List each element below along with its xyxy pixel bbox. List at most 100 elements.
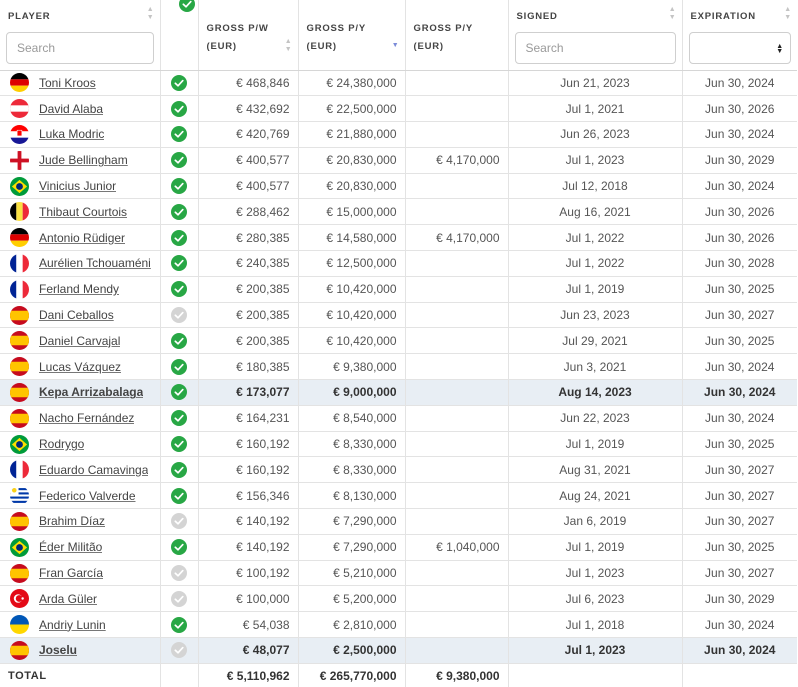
col-header-signed[interactable]: SIGNED ▲ ▼ Search (508, 0, 683, 71)
signed-cell: Jul 1, 2022 (508, 250, 683, 277)
player-name-link[interactable]: Thibaut Courtois (39, 205, 127, 219)
signed-cell: Aug 24, 2021 (508, 482, 683, 510)
table-row[interactable]: Rodrygo € 160,192 € 8,330,000 Jul 1, 2019 Ju… (0, 431, 797, 458)
gross-py-2-cell: € 1,040,000 (405, 534, 509, 561)
player-name-link[interactable]: Aurélien Tchouaméni (39, 256, 151, 270)
table-row[interactable]: Aurélien Tchouaméni € 240,385 € 12,500,000… (0, 250, 797, 277)
active-cell (160, 95, 199, 123)
player-name-link[interactable]: Toni Kroos (39, 76, 96, 90)
active-cell (160, 198, 199, 226)
table-row[interactable]: Antonio Rüdiger € 280,385 € 14,580,000 € 4,… (0, 224, 797, 252)
gross-pw-cell: € 173,077 (198, 379, 299, 406)
check-icon (170, 358, 187, 375)
player-cell: David Alaba (0, 95, 161, 123)
player-name-link[interactable]: Lucas Vázquez (39, 360, 121, 374)
player-name-link[interactable]: Dani Ceballos (39, 308, 114, 322)
table-row[interactable]: Joselu € 48,077 € 2,500,000 Jul 1, 2023 Jun … (0, 637, 797, 664)
signed-cell: Aug 14, 2023 (508, 379, 683, 406)
sort-icon[interactable]: ▲ ▼ (784, 6, 792, 22)
col-header-expiration[interactable]: EXPIRATION ▲ ▼ ▲ ▼ (682, 0, 797, 71)
table-row[interactable]: David Alaba € 432,692 € 22,500,000 Jul 1, 2… (0, 95, 797, 123)
player-name-link[interactable]: Daniel Carvajal (39, 334, 120, 348)
player-name-link[interactable]: Joselu (39, 643, 77, 657)
table-row[interactable]: Eduardo Camavinga € 160,192 € 8,330,000 Aug… (0, 456, 797, 484)
table-row[interactable]: Jude Bellingham € 400,577 € 20,830,000 € 4,… (0, 147, 797, 174)
col-header-gross-pw[interactable]: GROSS P/W (EUR) ▲ ▼ (198, 0, 299, 71)
gross-py-2-cell (405, 121, 509, 148)
col-header-gross-py[interactable]: GROSS P/Y (EUR) ▼ (298, 0, 406, 71)
player-name-link[interactable]: Éder Militão (39, 540, 102, 554)
player-cell: Nacho Fernández (0, 405, 161, 432)
player-search-input[interactable]: Search (6, 31, 154, 64)
gross-pw-cell: € 400,577 (198, 147, 299, 174)
expiration-cell: Jun 30, 2025 (682, 431, 797, 458)
gross-py-cell: € 20,830,000 (298, 173, 406, 200)
table-row[interactable]: Luka Modric € 420,769 € 21,880,000 Jun 26, … (0, 121, 797, 148)
table-row[interactable]: Andriy Lunin € 54,038 € 2,810,000 Jul 1, 20… (0, 611, 797, 639)
player-name-link[interactable]: Ferland Mendy (39, 282, 119, 296)
signed-search-input[interactable]: Search (514, 31, 676, 64)
expiration-cell: Jun 30, 2029 (682, 147, 797, 174)
table-row[interactable]: Lucas Vázquez € 180,385 € 9,380,000 Jun 3, … (0, 353, 797, 381)
table-row[interactable]: Daniel Carvajal € 200,385 € 10,420,000 Jul … (0, 327, 797, 355)
expiration-cell: Jun 30, 2025 (682, 327, 797, 355)
player-name-link[interactable]: Brahim Díaz (39, 514, 105, 528)
player-name-link[interactable]: Eduardo Camavinga (39, 463, 148, 477)
sort-desc-icon[interactable]: ▼ (392, 42, 400, 50)
table-row[interactable]: Éder Militão € 140,192 € 7,290,000 € 1,040,… (0, 534, 797, 561)
spain-flag-icon (10, 382, 29, 402)
table-row[interactable]: Thibaut Courtois € 288,462 € 15,000,000 Aug… (0, 198, 797, 226)
active-cell (160, 534, 199, 561)
active-cell (160, 224, 199, 252)
gross-py-cell: € 2,810,000 (298, 611, 406, 639)
sort-icon[interactable]: ▲ ▼ (285, 38, 293, 54)
gross-pw-cell: € 160,192 (198, 431, 299, 458)
check-icon (170, 384, 187, 401)
player-name-link[interactable]: Vinicius Junior (39, 179, 116, 193)
player-name-link[interactable]: Jude Bellingham (39, 153, 128, 167)
check-icon (170, 642, 187, 659)
table-row[interactable]: Fran García € 100,192 € 5,210,000 Jul 1, 20… (0, 560, 797, 587)
col-header-active (160, 0, 199, 71)
player-name-link[interactable]: Luka Modric (39, 127, 104, 141)
table-row[interactable]: Vinicius Junior € 400,577 € 20,830,000 Jul … (0, 173, 797, 200)
active-cell (160, 276, 199, 303)
gross-pw-cell: € 100,000 (198, 585, 299, 613)
player-name-link[interactable]: Antonio Rüdiger (39, 231, 125, 245)
sort-icon[interactable]: ▲ ▼ (669, 6, 677, 22)
player-name-link[interactable]: Fran García (39, 566, 103, 580)
gross-py-cell: € 8,540,000 (298, 405, 406, 432)
player-name-link[interactable]: Nacho Fernández (39, 411, 134, 425)
player-name-link[interactable]: Andriy Lunin (39, 618, 106, 632)
table-row[interactable]: Federico Valverde € 156,346 € 8,130,000 Aug… (0, 482, 797, 510)
player-name-link[interactable]: Kepa Arrizabalaga (39, 385, 143, 399)
filter-check-icon[interactable] (178, 0, 195, 13)
player-name-link[interactable]: Arda Güler (39, 592, 97, 606)
col-header-player[interactable]: PLAYER ▲ ▼ Search (0, 0, 161, 71)
gross-pw-cell: € 100,192 (198, 560, 299, 587)
expiration-filter-select[interactable]: ▲ ▼ (688, 31, 791, 64)
player-cell: Thibaut Courtois (0, 198, 161, 226)
gross-pw-cell: € 164,231 (198, 405, 299, 432)
spain-flag-icon (10, 640, 29, 660)
player-name-link[interactable]: Federico Valverde (39, 489, 136, 503)
sort-icon[interactable]: ▲ ▼ (147, 6, 155, 22)
gross-pw-cell: € 140,192 (198, 508, 299, 535)
check-icon (170, 255, 187, 272)
player-name-link[interactable]: David Alaba (39, 102, 103, 116)
gross-py-2-cell (405, 173, 509, 200)
table-row[interactable]: Brahim Díaz € 140,192 € 7,290,000 Jan 6, 20… (0, 508, 797, 535)
check-icon (170, 332, 187, 349)
check-icon (170, 178, 187, 195)
table-row[interactable]: Nacho Fernández € 164,231 € 8,540,000 Jun 2… (0, 405, 797, 432)
active-cell (160, 585, 199, 613)
gross-py-cell: € 12,500,000 (298, 250, 406, 277)
gross-py-cell: € 10,420,000 (298, 327, 406, 355)
player-name-link[interactable]: Rodrygo (39, 437, 84, 451)
table-row[interactable]: Ferland Mendy € 200,385 € 10,420,000 Jul 1,… (0, 276, 797, 303)
table-row[interactable]: Toni Kroos € 468,846 € 24,380,000 Jun 21, 2… (0, 70, 797, 97)
france-flag-icon (10, 253, 29, 273)
table-row[interactable]: Kepa Arrizabalaga € 173,077 € 9,000,000 Aug… (0, 379, 797, 406)
table-row[interactable]: Dani Ceballos € 200,385 € 10,420,000 Jun 23… (0, 302, 797, 329)
table-row[interactable]: Arda Güler € 100,000 € 5,200,000 Jul 6, 202… (0, 585, 797, 613)
